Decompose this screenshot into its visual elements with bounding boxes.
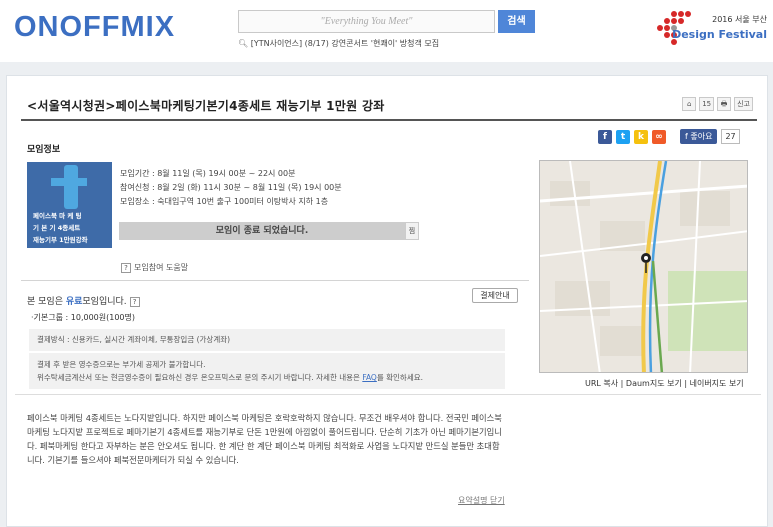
title-toolbar: ⌂ 15 🖶 신고 xyxy=(682,97,753,111)
receipt-notice: 결제 후 받은 영수증으로는 부가세 공제가 불가합니다. 위수탁세금계산서 또… xyxy=(29,353,505,389)
thumb-line: 기 본 기 4종세트 xyxy=(33,224,81,232)
twitter-icon[interactable]: t xyxy=(616,129,630,144)
divider xyxy=(21,280,529,281)
event-content: <서울역시청권>페이스북마케팅기본기4종세트 재능기부 1만원 강좌 ⌂ 15 … xyxy=(6,75,768,527)
page-title: <서울역시청권>페이스북마케팅기본기4종세트 재능기부 1만원 강좌 xyxy=(27,99,385,113)
notice-link[interactable]: 🔍︎ [YTN사이언스] (8/17) 강연콘서트 '현쾌이' 방청객 모집 xyxy=(238,38,638,49)
event-apply-period: 참여신청 : 8월 2일 (화) 11시 30분 ~ 8월 11일 (목) 19… xyxy=(120,183,342,192)
receipt-line: 결제 후 받은 영수증으로는 부가세 공제가 불가합니다. xyxy=(37,360,206,369)
payment-methods: 결제방식 : 신용카드, 실시간 계좌이체, 무통장입금 (가상계좌) xyxy=(29,329,505,351)
divider xyxy=(15,394,761,395)
facebook-icon[interactable]: f xyxy=(598,129,612,144)
faq-link[interactable]: FAQ xyxy=(362,373,377,382)
paid-notice: 본 모임은 유료모임입니다. ? xyxy=(27,294,143,307)
event-thumbnail: 페이스북 마 케 팅 기 본 기 4종세트 재능기부 1만원강좌 xyxy=(27,162,112,248)
site-logo[interactable]: ONOFFMIX xyxy=(14,11,175,44)
payment-guide-button[interactable]: 결제안내 xyxy=(472,288,518,303)
help-label: 모임참여 도움말 xyxy=(134,263,189,272)
like-icon: f xyxy=(685,132,688,141)
help-link[interactable]: ? 모임참여 도움말 xyxy=(121,262,188,273)
festival-name: Design Festival xyxy=(672,28,767,41)
share-icon[interactable]: ∞ xyxy=(652,129,666,144)
map-links[interactable]: URL 복사 | Daum지도 보기 | 네이버지도 보기 xyxy=(585,378,744,389)
print-button[interactable]: 🖶 xyxy=(717,97,732,111)
location-map[interactable] xyxy=(539,160,748,373)
calendar-button[interactable]: 15 xyxy=(699,97,715,111)
search-icon: 🔍︎ xyxy=(238,39,249,48)
social-share: f t k ∞ f 좋아요 27 xyxy=(598,129,740,144)
home-button[interactable]: ⌂ xyxy=(682,97,697,111)
event-period: 모임기간 : 8월 11일 (목) 19시 00분 ~ 22시 00분 xyxy=(120,169,296,178)
map-graphic xyxy=(540,161,747,372)
kakao-icon[interactable]: k xyxy=(634,129,648,144)
event-description: 페이스북 마케팅 4종세트는 노다지밭입니다. 하지만 페이스북 마케팅은 호락… xyxy=(27,413,502,465)
facebook-f-icon xyxy=(64,165,78,209)
section-title: 모임정보 xyxy=(27,145,61,155)
thumb-line: 페이스북 마 케 팅 xyxy=(33,212,82,220)
festival-banner[interactable]: 2016 서울 부산 Design Festival xyxy=(672,14,767,41)
paid-highlight: 유료 xyxy=(65,297,83,307)
notice-text: [YTN사이언스] (8/17) 강연콘서트 '현쾌이' 방청객 모집 xyxy=(250,39,440,48)
report-button[interactable]: 신고 xyxy=(734,97,753,111)
question-icon[interactable]: ? xyxy=(129,297,140,307)
event-info: 모임기간 : 8월 11일 (목) 19시 00분 ~ 22시 00분 참여신청… xyxy=(120,167,342,209)
search-input[interactable]: "Everything You Meet" xyxy=(238,10,495,33)
festival-year: 2016 서울 부산 xyxy=(712,15,767,24)
site-header: ONOFFMIX "Everything You Meet" 검색 🔍︎ [YT… xyxy=(0,0,773,62)
event-place: 모임장소 : 숙대입구역 10번 출구 100미터 이탕박사 지하 1층 xyxy=(120,197,329,206)
bookmark-button[interactable]: 찜 xyxy=(405,222,419,240)
closed-status: 모임이 종료 되었습니다. xyxy=(119,222,405,240)
title-divider xyxy=(21,119,757,121)
like-count: 27 xyxy=(721,129,740,144)
search-button[interactable]: 검색 xyxy=(498,10,535,33)
thumb-line: 재능기부 1만원강좌 xyxy=(33,236,88,244)
like-label: 좋아요 xyxy=(690,132,713,141)
fee-group: ·기본그룹 : 10,000원(100명) xyxy=(31,313,135,322)
facebook-like-button[interactable]: f 좋아요 xyxy=(680,129,718,144)
question-icon: ? xyxy=(121,263,131,273)
summary-toggle-link[interactable]: 요약설명 닫기 xyxy=(458,495,505,506)
